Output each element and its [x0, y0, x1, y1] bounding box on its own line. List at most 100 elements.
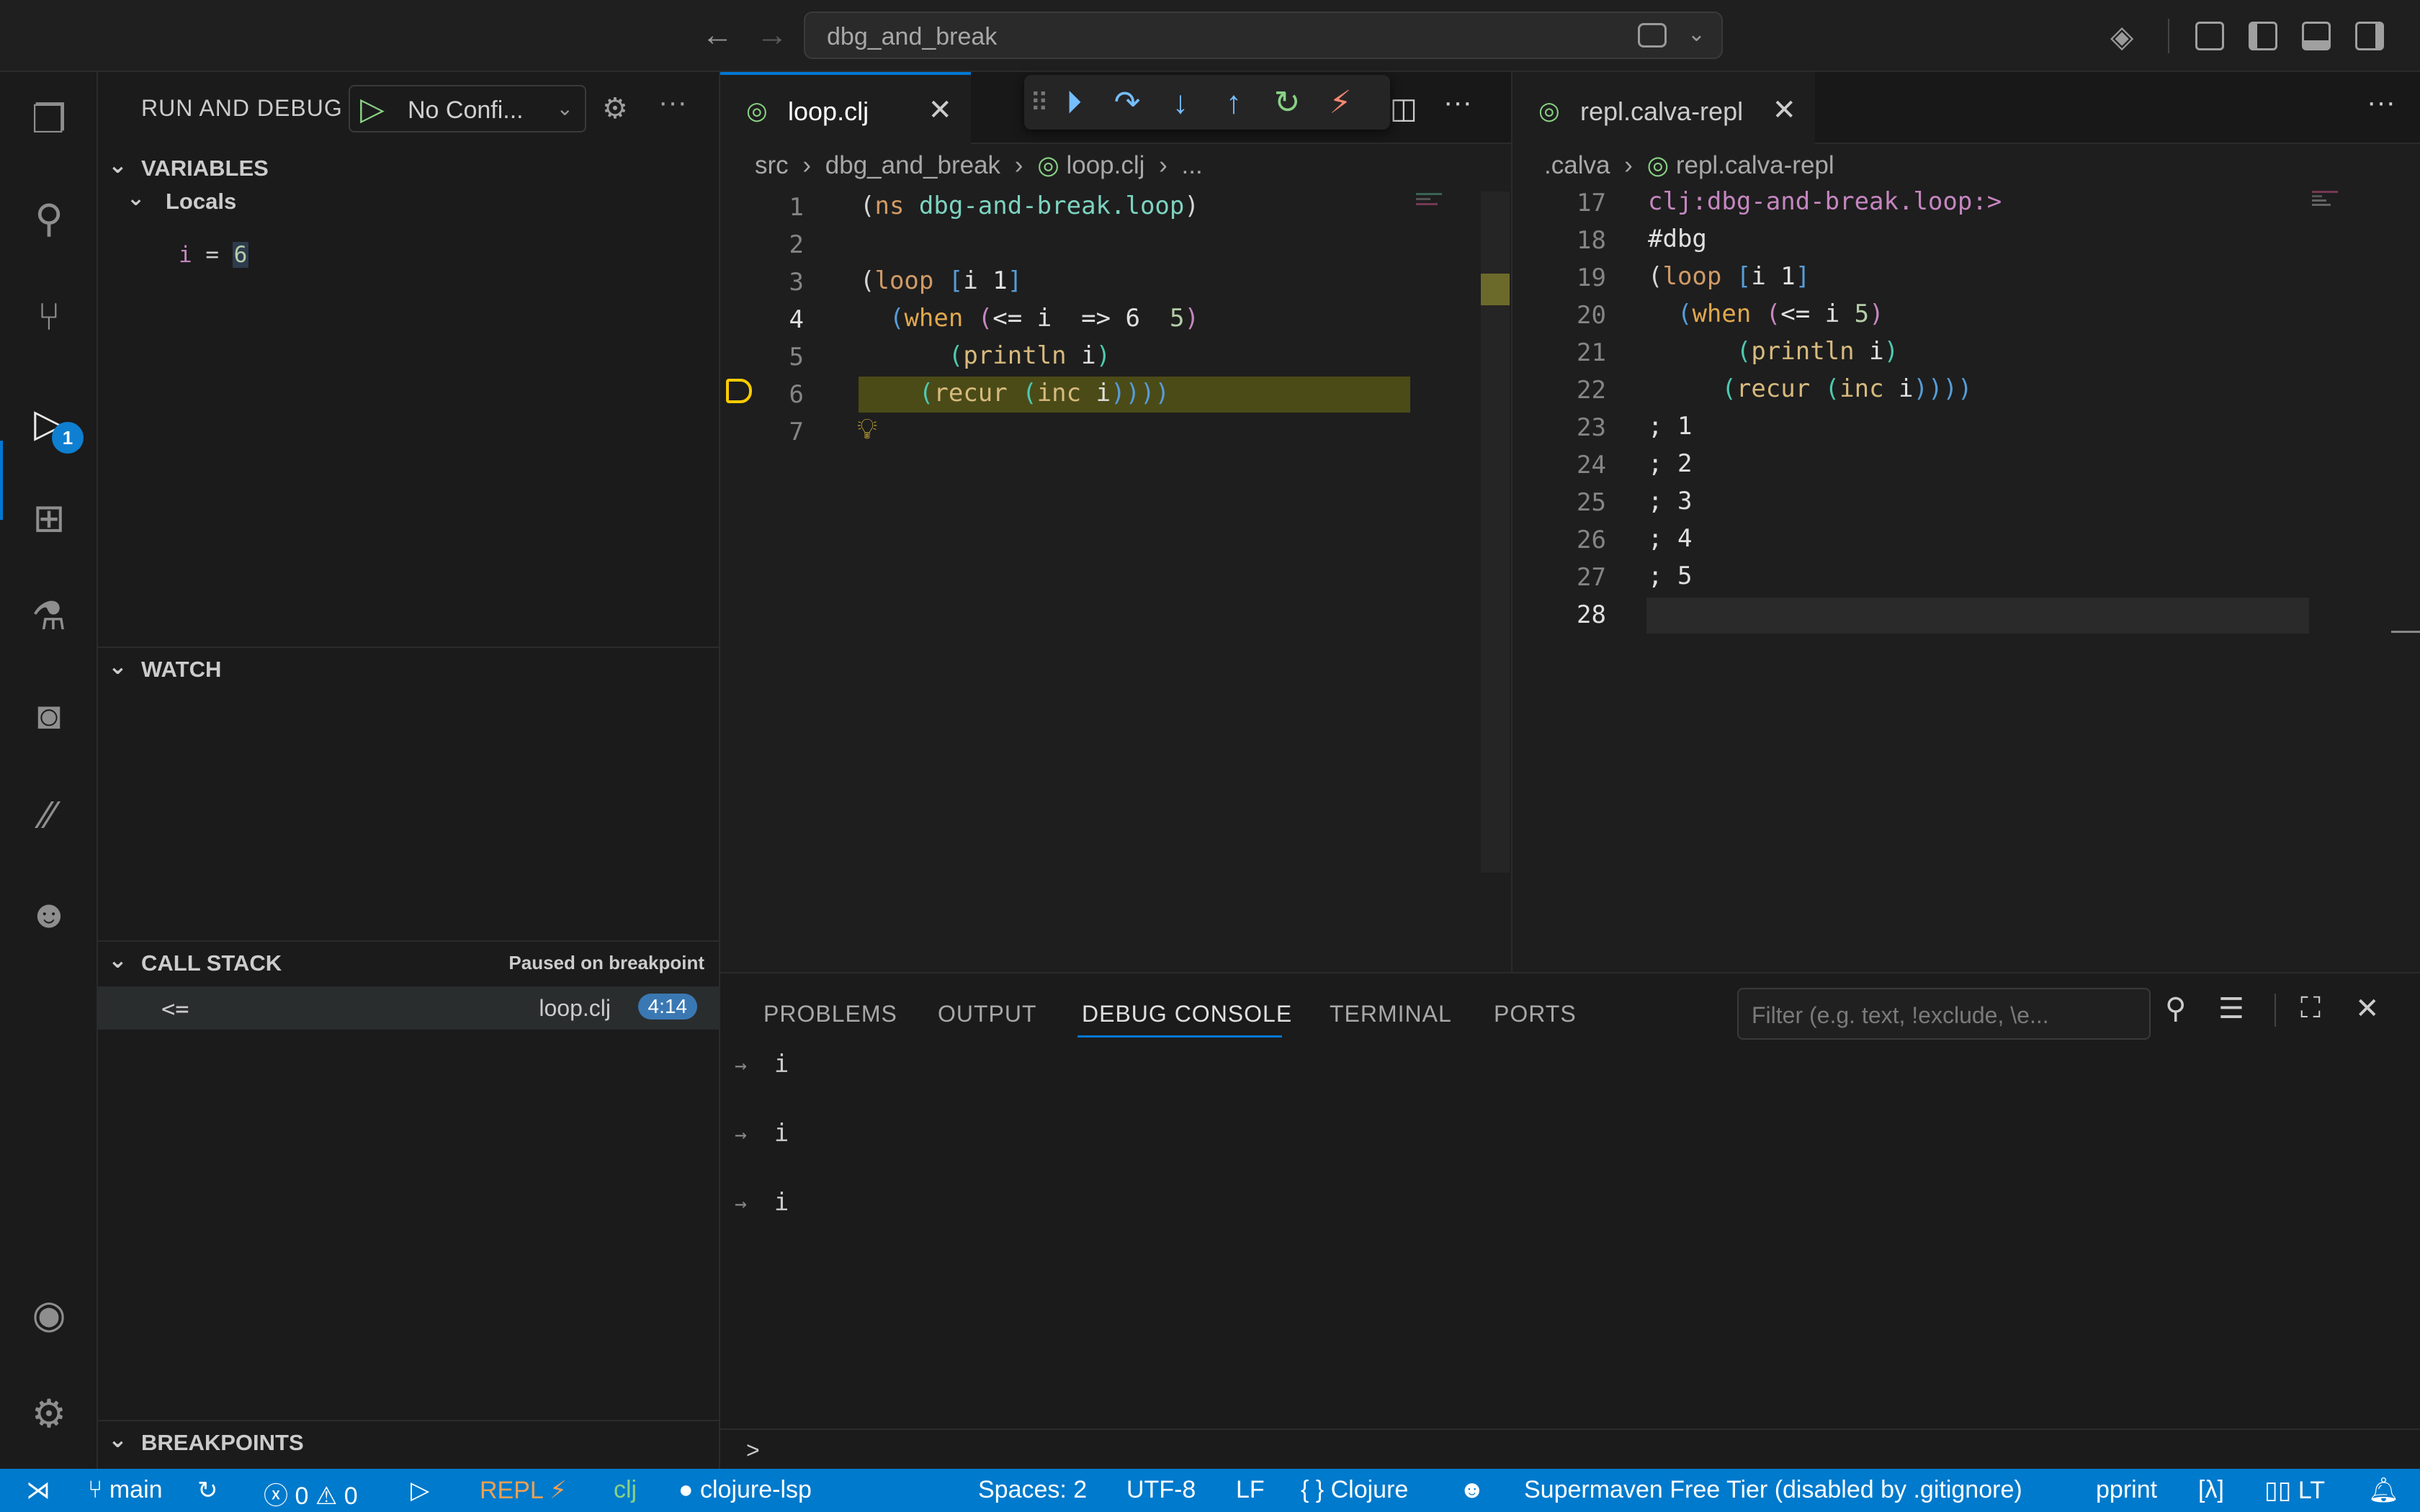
scrollbar-thumb[interactable]	[1481, 274, 1510, 305]
console-entry[interactable]: → i	[735, 1119, 789, 1148]
breadcrumb-item[interactable]: loop.clj	[1066, 151, 1144, 179]
copilot-status-icon[interactable]: ☻	[1459, 1476, 1485, 1504]
tab-repl-calva-repl[interactable]: ◎ repl.calva-repl ✕	[1512, 72, 1815, 144]
tab-ports[interactable]: PORTS	[1494, 1001, 1577, 1027]
explorer-icon[interactable]: ❐	[24, 95, 73, 144]
code-line[interactable]: (println i)	[1648, 337, 1899, 374]
code-line[interactable]: (recur (inc i))))	[860, 379, 1170, 416]
copilot-status-icon[interactable]: ◈	[2110, 19, 2133, 54]
restart-icon[interactable]: ↻	[1268, 84, 1307, 122]
repl-output[interactable]: ; 1	[1648, 412, 1692, 449]
code-line[interactable]: (loop [i 1]	[860, 266, 1022, 304]
split-editor-icon[interactable]: ◫	[1390, 92, 1417, 125]
clear-console-icon[interactable]: ☰	[2218, 992, 2244, 1025]
customize-layout-icon[interactable]	[2195, 22, 2224, 50]
tab-debug-console[interactable]: DEBUG CONSOLE	[1082, 1001, 1292, 1027]
toggle-secondary-sidebar-icon[interactable]	[2355, 22, 2384, 50]
language-mode[interactable]: { } Clojure	[1301, 1476, 1408, 1504]
branch-item[interactable]: ⑂ main	[88, 1476, 163, 1504]
console-filter-input[interactable]: Filter (e.g. text, !exclude, \e...	[1737, 988, 2151, 1040]
encoding-status[interactable]: UTF-8	[1126, 1476, 1196, 1504]
continue-icon[interactable]: ⏵	[1054, 84, 1093, 122]
code-line[interactable]: (println i)	[860, 341, 1111, 379]
code-line[interactable]: (loop [i 1]	[1648, 262, 1810, 300]
bell-icon[interactable]: 🔔︎	[2368, 1476, 2399, 1505]
settings-gear-icon[interactable]: ⚙	[24, 1390, 73, 1439]
lt-status[interactable]: ▯▯ LT	[2264, 1476, 2325, 1505]
close-icon[interactable]: ✕	[2355, 992, 2380, 1025]
chat-icon[interactable]	[1638, 23, 1667, 48]
breadcrumb-item[interactable]: .calva	[1544, 151, 1610, 179]
repl-prompt[interactable]: clj:dbg-and-break.loop:>	[1648, 187, 2002, 225]
testing-icon[interactable]: ⚗	[24, 592, 73, 641]
drag-handle-icon[interactable]: ⠿	[1028, 84, 1050, 122]
source-control-icon[interactable]: ⑂	[24, 292, 73, 341]
copilot-icon[interactable]: ☻	[24, 890, 73, 939]
toggle-panel-icon[interactable]	[2302, 22, 2331, 50]
clj-status[interactable]: clj	[614, 1476, 637, 1504]
tab-problems[interactable]: PROBLEMS	[763, 1001, 897, 1027]
start-debug-play-icon[interactable]: ▷	[360, 91, 385, 127]
code-line[interactable]: (recur (inc i))))	[1648, 374, 1972, 412]
slash-icon[interactable]: ⁄⁄	[24, 791, 73, 840]
tab-output[interactable]: OUTPUT	[938, 1001, 1037, 1027]
close-icon[interactable]: ✕	[1772, 94, 1796, 127]
chevron-down-icon[interactable]: ⌄	[557, 96, 573, 120]
pprint-status[interactable]: pprint	[2096, 1476, 2157, 1504]
code-line[interactable]: (when (<= i 5)	[1648, 300, 1884, 337]
repl-output[interactable]: ; 3	[1648, 487, 1692, 524]
minimap[interactable]	[1416, 192, 1445, 213]
supermaven-status[interactable]: Supermaven Free Tier (disabled by .gitig…	[1524, 1476, 2022, 1504]
close-icon[interactable]: ✕	[928, 94, 952, 127]
repl-output[interactable]: ; 5	[1648, 562, 1692, 599]
command-center[interactable]: dbg_and_break ⌄	[804, 12, 1723, 59]
scrollbar-thumb[interactable]	[2391, 631, 2420, 633]
extensions-icon[interactable]: ⊞	[24, 494, 73, 543]
eol-status[interactable]: LF	[1236, 1476, 1265, 1504]
launch-config-select[interactable]: ▷ No Confi... ⌄	[349, 85, 586, 132]
more-actions-icon[interactable]: ···	[658, 86, 687, 119]
step-over-icon[interactable]: ↷	[1108, 84, 1147, 122]
stack-frame-row[interactable]: <= loop.clj 4:14	[98, 986, 719, 1030]
search-icon[interactable]: ⚲	[2165, 992, 2186, 1025]
code-line[interactable]: (ns dbg-and-break.loop)	[860, 192, 1199, 229]
breadcrumb-item[interactable]: src	[755, 151, 789, 179]
chevron-down-icon[interactable]: ⌄	[1688, 22, 1706, 47]
lambda-status[interactable]: [λ]	[2198, 1476, 2224, 1504]
lsp-status[interactable]: ● clojure-lsp	[678, 1476, 812, 1504]
forward-arrow-icon[interactable]: →	[756, 17, 788, 53]
problems-item[interactable]: ⓧ 0 ⚠ 0	[264, 1476, 358, 1511]
maximize-panel-icon[interactable]: ⛶	[2300, 992, 2321, 1025]
console-entry[interactable]: → i	[735, 1188, 789, 1217]
step-out-icon[interactable]: ↑	[1214, 84, 1253, 122]
console-entry[interactable]: → i	[735, 1050, 789, 1079]
tab-loop-clj[interactable]: ◎ loop.clj ✕	[720, 72, 971, 144]
debug-status-icon[interactable]: ▷	[411, 1476, 429, 1505]
code-line[interactable]: (when (<= i => 6 5)	[860, 304, 1199, 341]
more-actions-icon[interactable]: ···	[2367, 86, 2396, 119]
watch-header[interactable]: ⌄ WATCH	[98, 648, 719, 690]
repl-status[interactable]: REPL ⚡	[480, 1476, 567, 1505]
search-icon[interactable]: ⚲	[24, 194, 73, 243]
breadcrumb-item[interactable]: dbg_and_break	[825, 151, 1000, 179]
repl-output[interactable]: ; 4	[1648, 524, 1692, 562]
back-arrow-icon[interactable]: ←	[702, 17, 733, 53]
remote-icon[interactable]: ⋊	[26, 1476, 50, 1505]
indentation-status[interactable]: Spaces: 2	[978, 1476, 1087, 1504]
breadcrumb-item[interactable]: ...	[1182, 151, 1203, 179]
more-actions-icon[interactable]: ···	[1443, 86, 1472, 119]
disconnect-icon[interactable]: ⚡	[1321, 84, 1360, 122]
gear-icon[interactable]: ⚙	[602, 92, 628, 125]
lightbulb-icon[interactable]: 💡︎	[857, 413, 877, 446]
account-icon[interactable]: ◉	[24, 1290, 73, 1339]
step-into-icon[interactable]: ↓	[1161, 84, 1200, 122]
minimap[interactable]	[2312, 189, 2341, 268]
sync-icon[interactable]: ↻	[197, 1476, 218, 1505]
toggle-primary-sidebar-icon[interactable]	[2249, 22, 2277, 50]
variables-header[interactable]: ⌄ VARIABLES	[98, 147, 719, 189]
repl-output[interactable]: ; 2	[1648, 449, 1692, 487]
breadcrumb-item[interactable]: repl.calva-repl	[1676, 151, 1834, 179]
breakpoints-header[interactable]: ⌄ BREAKPOINTS	[98, 1421, 719, 1463]
call-stack-header[interactable]: ⌄ CALL STACK Paused on breakpoint	[98, 942, 719, 984]
code-line[interactable]: #dbg	[1648, 225, 1707, 262]
